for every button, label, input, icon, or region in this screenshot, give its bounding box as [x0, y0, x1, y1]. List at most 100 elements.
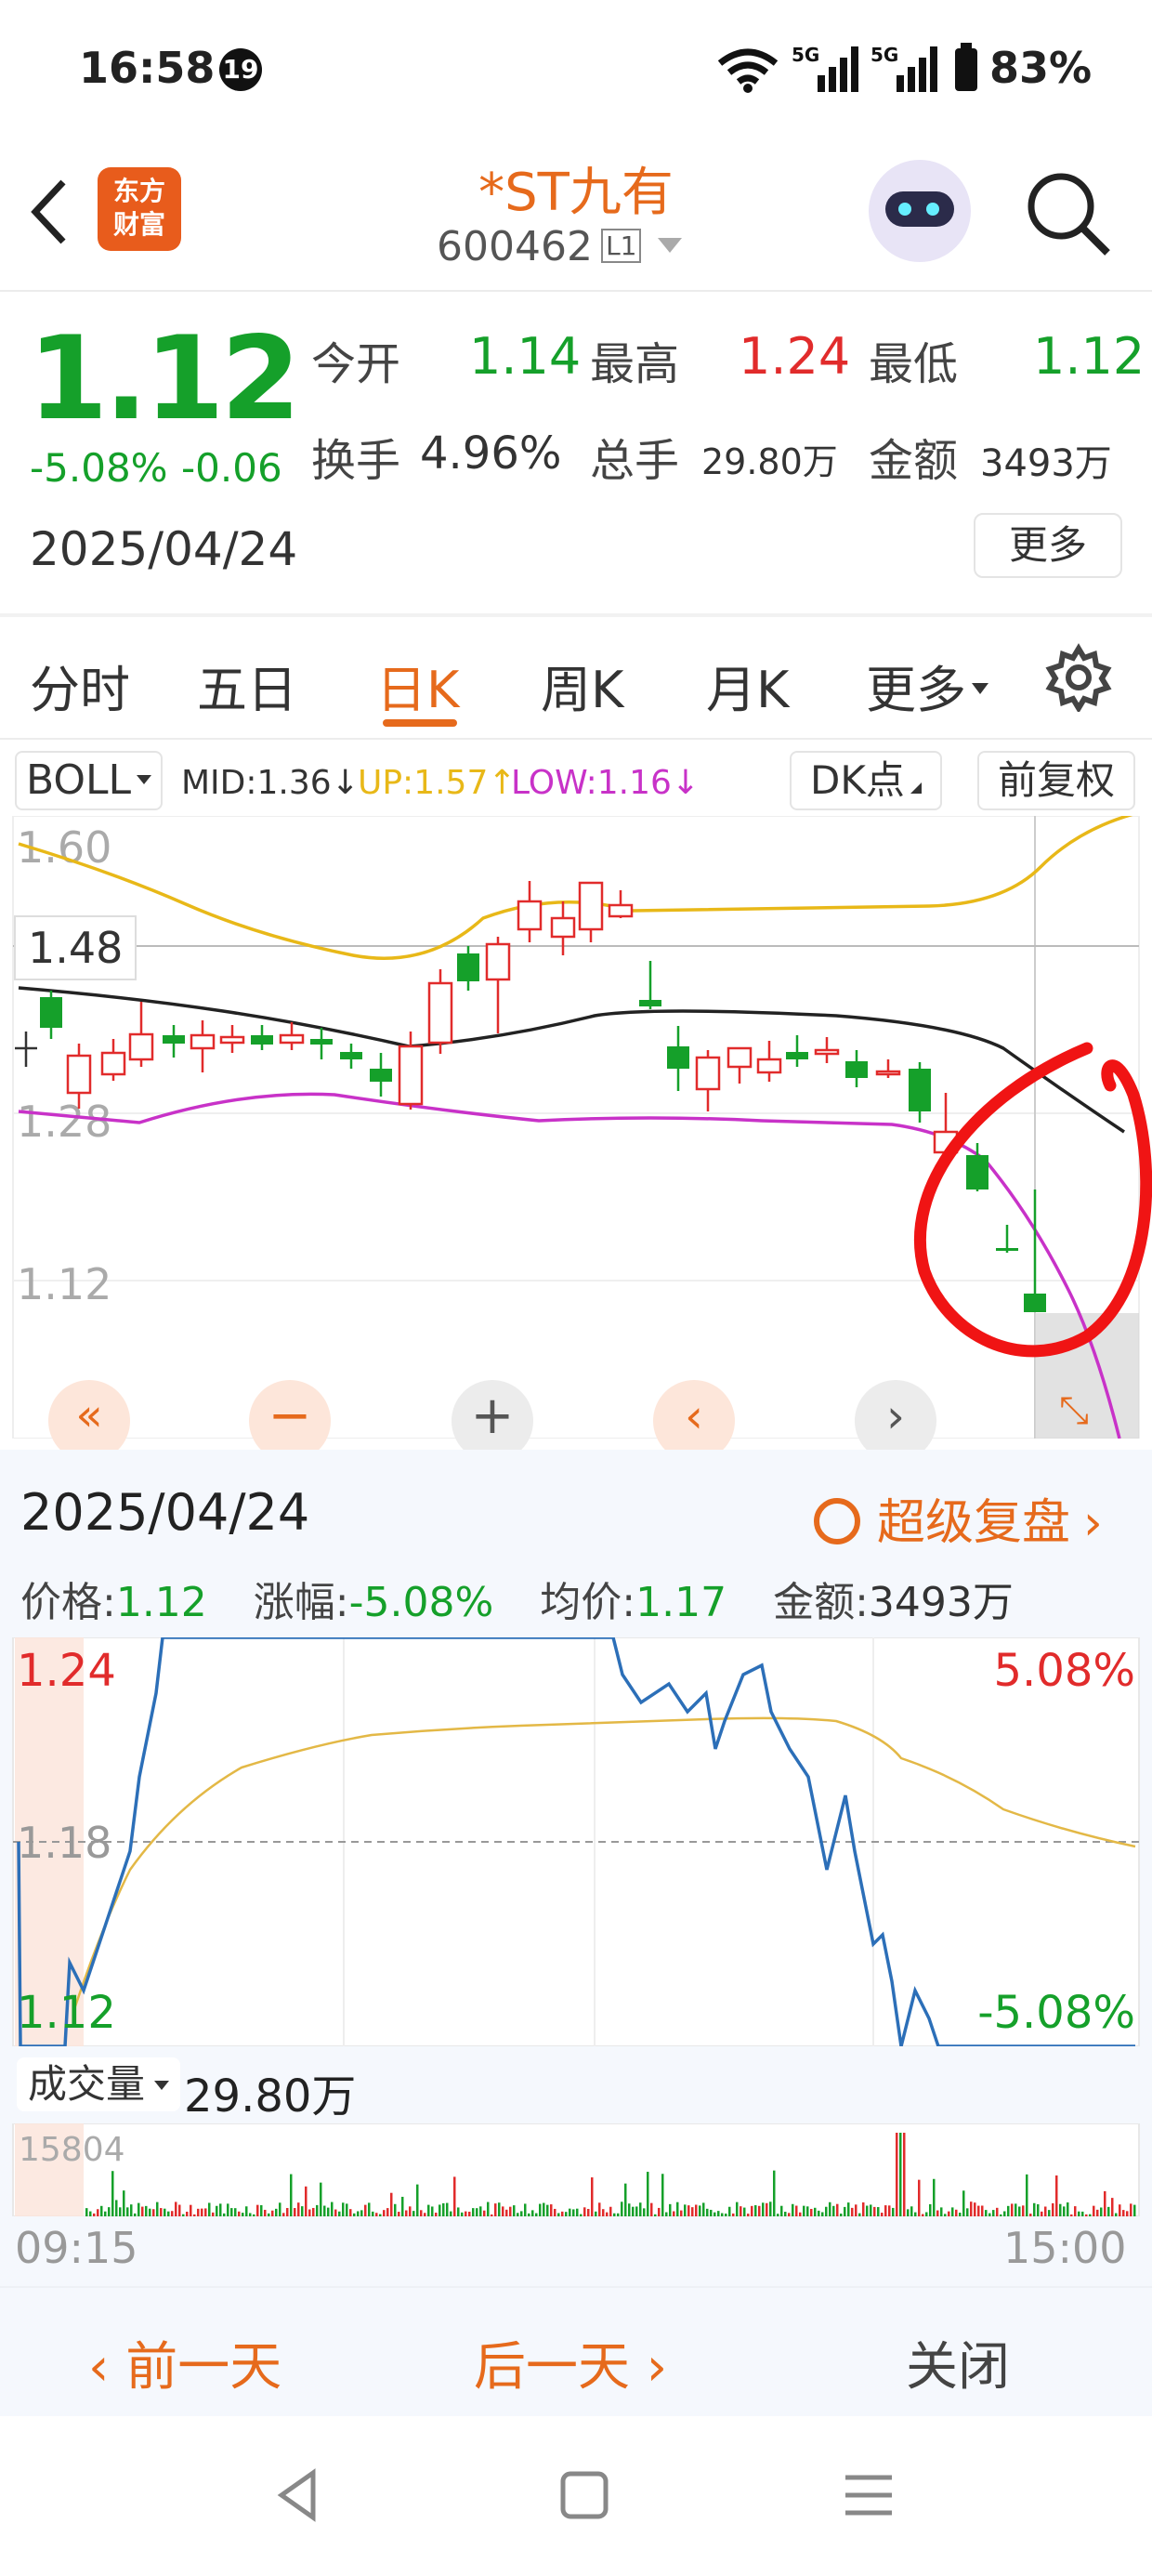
- nav-home-icon[interactable]: [559, 2470, 609, 2520]
- amount-value: 3493万: [868, 1579, 1014, 1626]
- candle-body: [66, 1054, 92, 1095]
- volume-bar: [323, 2205, 326, 2216]
- y-top-label: 1.24: [17, 1645, 116, 1697]
- tab-weekly-k[interactable]: 周K: [541, 649, 623, 722]
- volume-selector[interactable]: 成交量: [17, 2057, 181, 2111]
- volume-bar: [193, 2214, 196, 2216]
- volume-bar: [840, 2214, 843, 2216]
- volume-bar: [628, 2203, 631, 2216]
- volume-bar: [825, 2206, 828, 2216]
- volume-bar: [877, 2207, 880, 2216]
- volume-bar: [528, 2213, 530, 2216]
- stock-code-row[interactable]: 600462 L1: [437, 223, 715, 270]
- volume-bar: [624, 2183, 627, 2216]
- volume-bar: [346, 2203, 348, 2216]
- volume-bar: [89, 2211, 92, 2216]
- volume-bar: [286, 2208, 289, 2216]
- tab-more[interactable]: 更多: [866, 649, 988, 722]
- intraday-chart[interactable]: 1.24 1.18 1.12 5.08% -5.08%: [0, 1637, 1152, 2046]
- tab-intraday[interactable]: 分时: [30, 649, 130, 722]
- volume-bar: [918, 2179, 921, 2216]
- candle-body: [128, 1032, 154, 1061]
- prev-day-button[interactable]: ‹ 前一天: [88, 2325, 281, 2400]
- super-replay-link[interactable]: 超级复盘 ›: [814, 1483, 1103, 1553]
- volume-bar: [242, 2213, 244, 2216]
- open-label: 今开: [311, 338, 401, 390]
- search-icon[interactable]: [1022, 167, 1115, 260]
- volume-bar: [461, 2212, 464, 2216]
- volume-bar: [450, 2211, 452, 2216]
- back-icon[interactable]: [26, 175, 72, 249]
- nav-back-icon[interactable]: [274, 2467, 321, 2523]
- volume-bar: [684, 2204, 687, 2216]
- signal-icon-1: 5G: [792, 44, 858, 92]
- volume-bar: [561, 2211, 564, 2216]
- tab-daily-k[interactable]: 日K: [376, 649, 459, 722]
- detail-date: 2025/04/24: [20, 1483, 310, 1542]
- volume-bar: [517, 2213, 519, 2216]
- volume-bar: [658, 2207, 661, 2216]
- amount-label: 金额:: [773, 1579, 869, 1626]
- adjust-mode-button[interactable]: 前复权: [977, 751, 1135, 810]
- volume-bar: [639, 2202, 642, 2216]
- volume-bar: [810, 2208, 813, 2216]
- boll-mid: MID:1.36↓: [181, 764, 360, 802]
- volume-bar: [933, 2178, 936, 2216]
- volume-bar: [1133, 2204, 1136, 2216]
- system-nav-bar: [0, 2416, 1152, 2576]
- volume-bar: [844, 2206, 846, 2216]
- more-button[interactable]: 更多: [974, 513, 1122, 578]
- volume-bar: [970, 2201, 973, 2216]
- volume-bar: [1048, 2210, 1051, 2216]
- volume-bar: [435, 2213, 438, 2216]
- candle-body: [814, 1048, 840, 1056]
- volume-bar: [1037, 2203, 1040, 2216]
- volume-bar: [509, 2206, 512, 2216]
- volume-bar: [595, 2211, 597, 2216]
- volume-bar: [981, 2205, 984, 2216]
- app-logo: 东方 财富: [98, 167, 181, 251]
- candle-body: [427, 981, 453, 1045]
- volume-bar: [721, 2213, 724, 2216]
- volume-bar: [212, 2212, 215, 2216]
- volume-bar: [301, 2206, 304, 2216]
- tab-monthly-k[interactable]: 月K: [706, 649, 789, 722]
- candle-body: [251, 1035, 273, 1045]
- indicator-bar: BOLL MID:1.36↓ UP:1.57↑ LOW:1.16↓ DK点 前复…: [0, 742, 1152, 816]
- volume-bar: [643, 2208, 646, 2216]
- volume-bar: [357, 2211, 360, 2216]
- volume-bar: [884, 2205, 887, 2216]
- volume-bar: [747, 2214, 750, 2216]
- tab-five-day[interactable]: 五日: [197, 649, 297, 722]
- volume-bar: [524, 2203, 527, 2216]
- indicator-selector[interactable]: BOLL: [15, 751, 164, 810]
- volume-bar: [944, 2214, 947, 2216]
- settings-icon[interactable]: [1044, 643, 1113, 712]
- candle-body: [40, 997, 62, 1028]
- high-label: 最高: [590, 338, 680, 390]
- volume-bar: [959, 2213, 962, 2216]
- robot-assistant-icon[interactable]: [869, 160, 971, 262]
- volume-bar: [479, 2206, 482, 2216]
- boll-low: LOW:1.16↓: [511, 764, 700, 802]
- dk-point-button[interactable]: DK点: [790, 751, 942, 810]
- expand-icon[interactable]: ⤡: [1059, 1389, 1115, 1436]
- history-clock-icon: [814, 1498, 860, 1544]
- volume-bar: [108, 2207, 111, 2216]
- volume-bar: [732, 2213, 735, 2216]
- next-day-button[interactable]: 后一天 ›: [474, 2325, 667, 2400]
- volume-bar: [1026, 2174, 1028, 2216]
- status-time: 16:58: [79, 43, 216, 93]
- kline-chart[interactable]: 1.60 1.48 1.28 1.12: [0, 816, 1152, 1439]
- pct-label: 涨幅:: [253, 1579, 349, 1626]
- nav-recents-icon[interactable]: [844, 2470, 894, 2520]
- avg-label: 均价:: [540, 1579, 636, 1626]
- volume-bar: [669, 2203, 672, 2216]
- volume-bar: [829, 2201, 831, 2216]
- close-button[interactable]: 关闭: [906, 2325, 1010, 2400]
- change-pct: -5.08%: [30, 445, 168, 491]
- volume-bar: [914, 2212, 917, 2216]
- volume-bar: [788, 2213, 791, 2216]
- volume-bar: [710, 2209, 713, 2216]
- level-badge: L1: [601, 229, 642, 263]
